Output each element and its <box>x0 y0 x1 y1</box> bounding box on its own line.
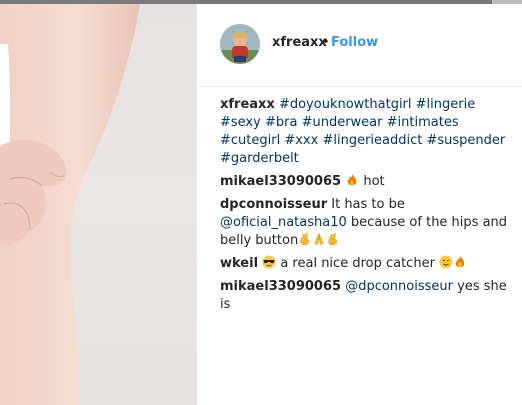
comment-username[interactable]: wkeil <box>220 256 258 271</box>
follow-button[interactable]: Follow <box>331 35 378 50</box>
mention-link[interactable]: @dpconnoisseur <box>345 279 453 294</box>
winking-face-emoji-icon <box>439 255 453 269</box>
post-header: xfreaxx • Follow <box>197 4 522 87</box>
hashtag[interactable]: #cutegirl <box>220 133 280 148</box>
sunglasses-emoji-icon <box>262 255 276 269</box>
post-photo[interactable] <box>0 4 197 405</box>
comment: mikael33090065 @dpconnoisseur yes she is <box>220 278 516 314</box>
hashtag[interactable]: #sexy <box>220 115 261 130</box>
hashtag[interactable]: #underwear <box>302 115 383 130</box>
hashtag[interactable]: #intimates <box>387 115 459 130</box>
comment: dpconnoisseur It has to be @oficial_nata… <box>220 196 516 250</box>
caption: xfreaxx #doyouknowthatgirl #lingerie #se… <box>220 96 516 168</box>
avatar-image <box>220 24 260 64</box>
mention-link[interactable]: @oficial_natasha10 <box>220 215 347 230</box>
comment-username[interactable]: mikael33090065 <box>220 279 341 294</box>
separator-dot: • <box>322 35 330 50</box>
comment-text: hot <box>363 174 385 189</box>
hashtag[interactable]: #doyouknowthatgirl <box>279 97 412 112</box>
hashtag[interactable]: #lingerie <box>416 97 476 112</box>
comment-text: a real nice drop catcher <box>280 256 435 271</box>
caption-username[interactable]: xfreaxx <box>220 97 275 112</box>
folded-hands-emoji-icon <box>314 233 325 245</box>
comment-username[interactable]: dpconnoisseur <box>220 197 327 212</box>
comment: wkeil a real nice drop catcher <box>220 255 516 273</box>
hashtag[interactable]: #suspender <box>427 133 506 148</box>
hashtag[interactable]: #xxx <box>284 133 318 148</box>
crossed-fingers-emoji-icon <box>300 233 310 246</box>
avatar[interactable] <box>220 24 260 64</box>
comment: mikael33090065 hot <box>220 173 516 191</box>
hashtag[interactable]: #garderbelt <box>220 151 299 166</box>
fire-emoji-icon <box>347 174 357 186</box>
post-side-panel: xfreaxx • Follow xfreaxx #doyouknowthatg… <box>197 4 522 405</box>
comment-text: It has to be <box>331 197 405 212</box>
comment-username[interactable]: mikael33090065 <box>220 174 341 189</box>
post-username[interactable]: xfreaxx <box>272 35 327 50</box>
comments-list: xfreaxx #doyouknowthatgirl #lingerie #se… <box>220 96 516 319</box>
hashtag[interactable]: #lingerieaddict <box>322 133 422 148</box>
hashtag[interactable]: #bra <box>265 115 297 130</box>
photo-image <box>0 4 140 405</box>
fire-emoji-icon <box>455 256 465 268</box>
crossed-fingers-emoji-icon <box>328 233 338 246</box>
